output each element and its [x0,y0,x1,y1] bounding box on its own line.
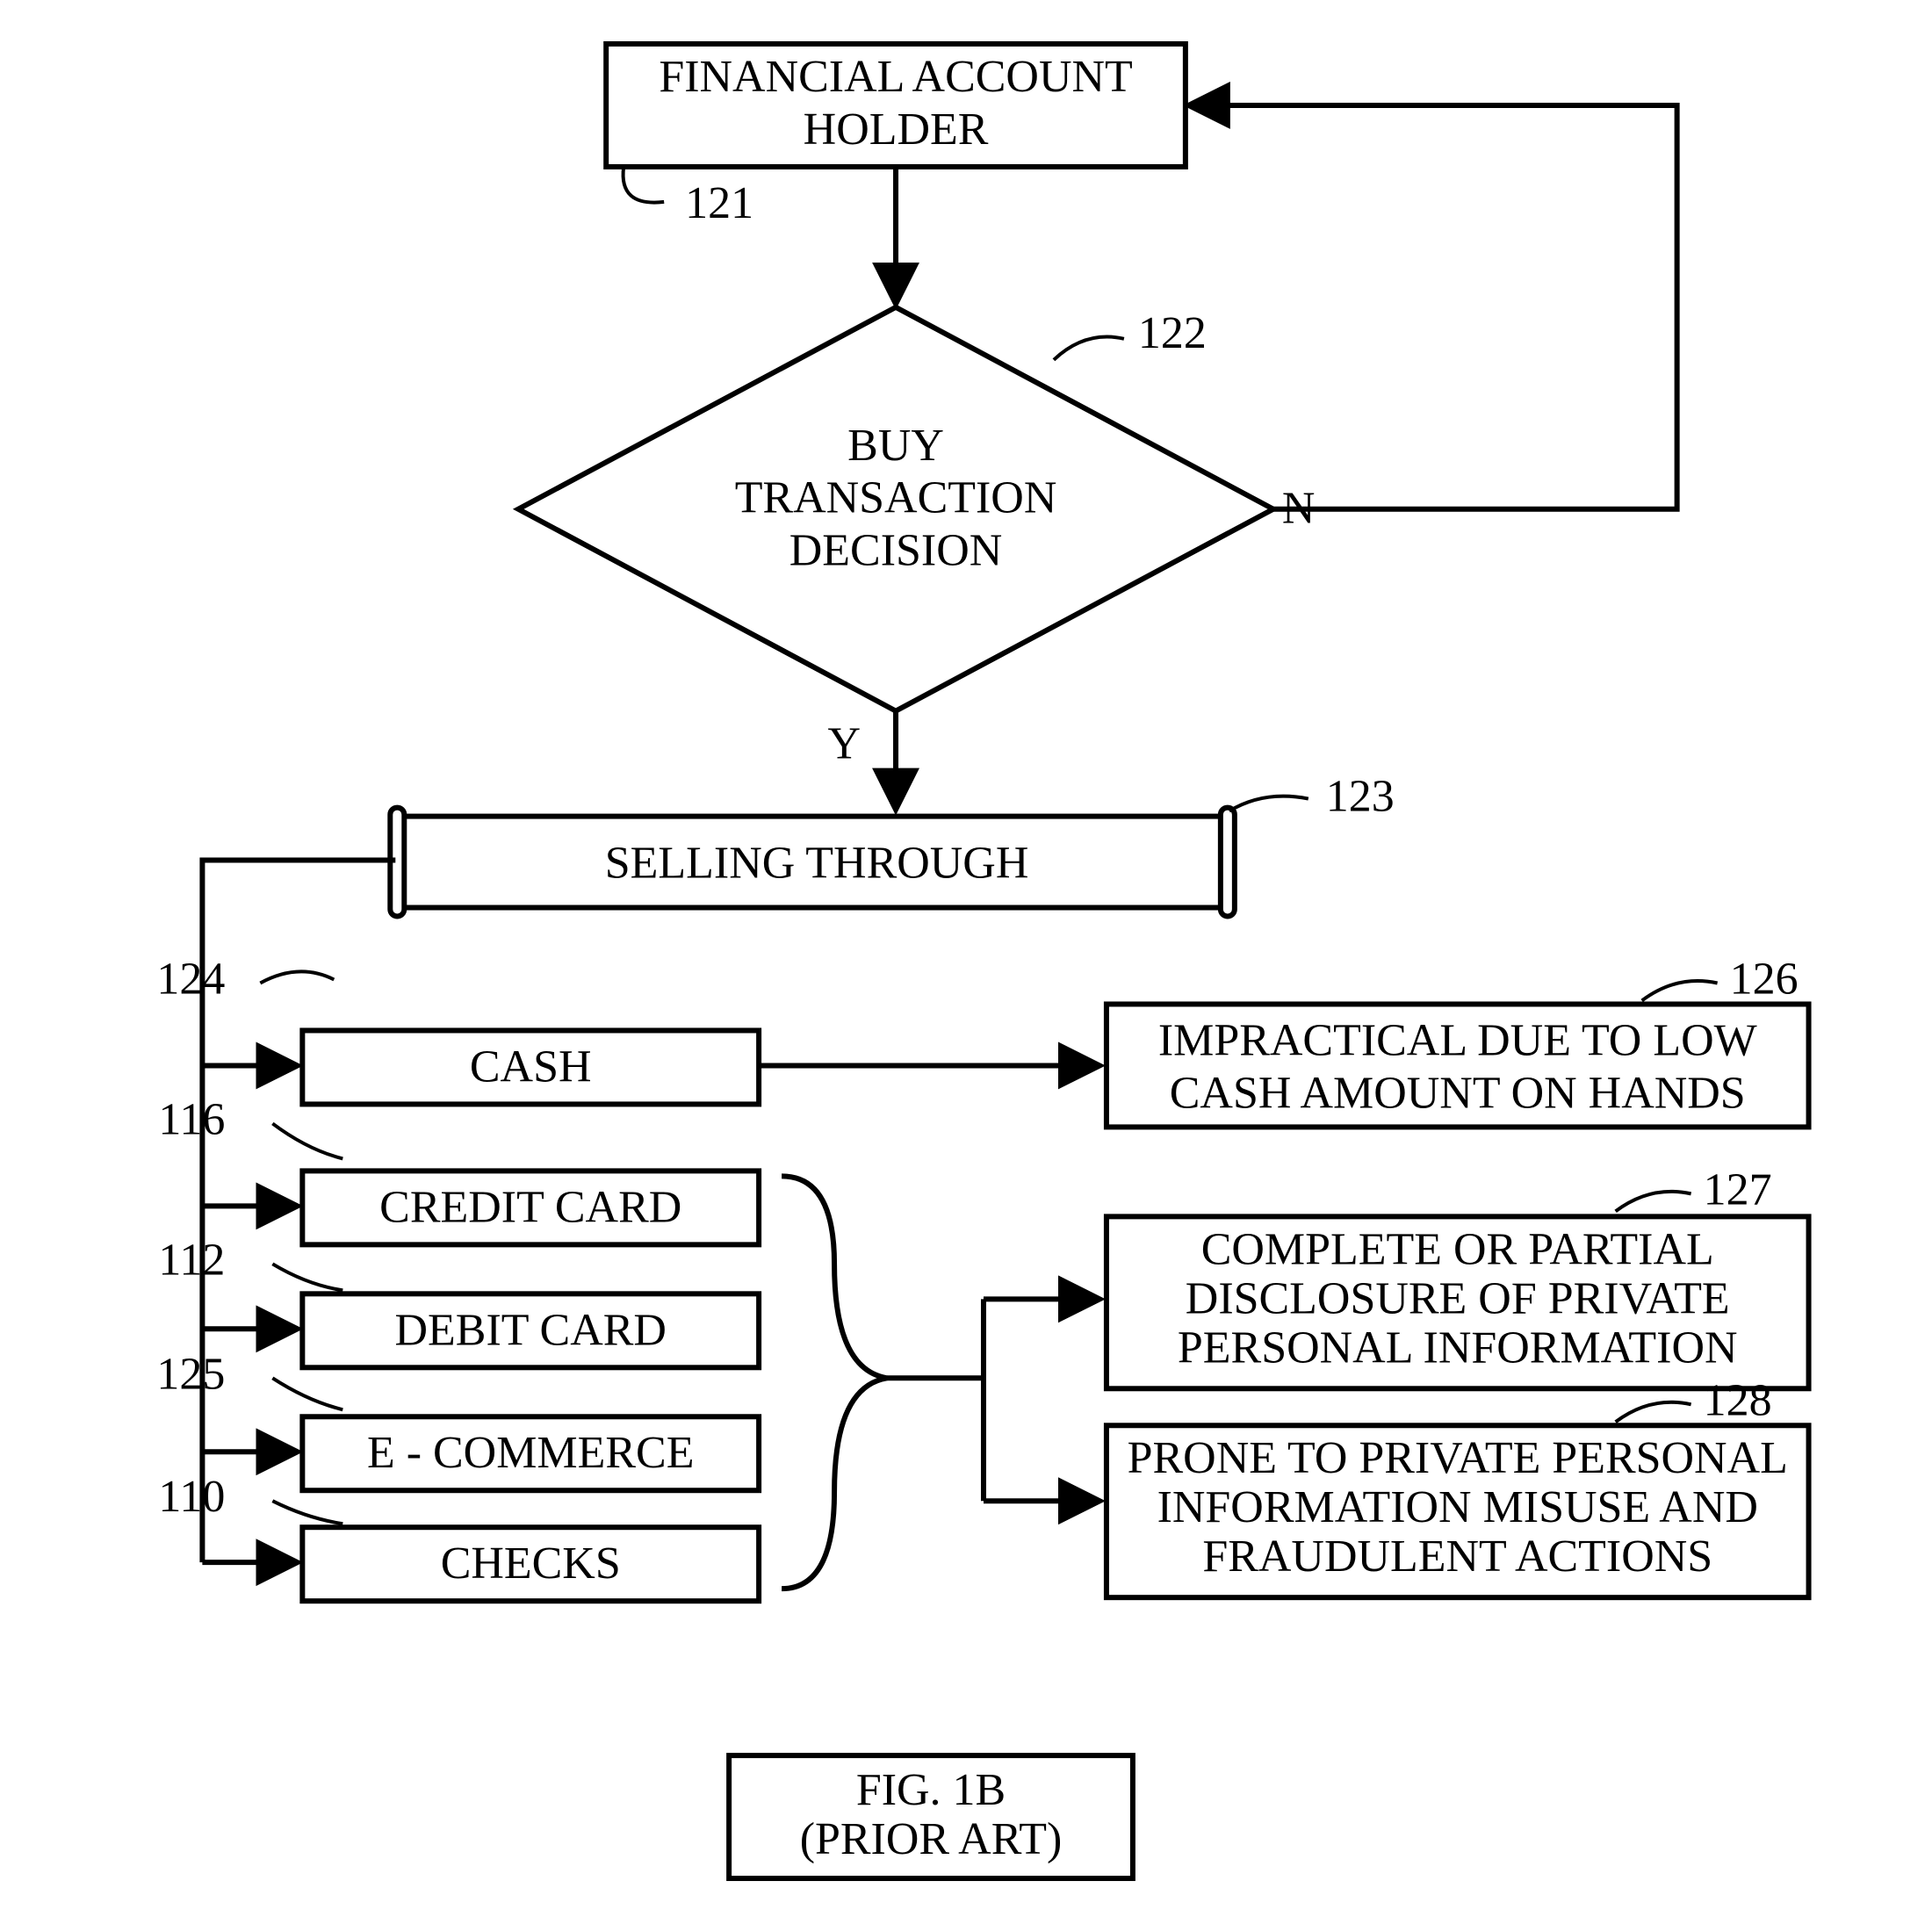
ref-112: 112 [158,1235,225,1285]
decision-yes-label: Y [828,719,861,769]
leader-124 [260,971,334,983]
node-127-l1: COMPLETE OR PARTIAL [1201,1224,1714,1274]
leader-126 [1642,981,1718,1000]
leader-122 [1054,337,1124,360]
node-122-line3: DECISION [789,526,1003,576]
node-ecom-text: E - COMMERCE [367,1428,694,1478]
node-127-l3: PERSONAL INFORMATION [1178,1322,1738,1373]
leader-125 [272,1378,342,1409]
caption-l1: FIG. 1B [856,1765,1006,1815]
node-128-l3: FRAUDULENT ACTIONS [1202,1531,1712,1582]
caption-l2: (PRIOR ART) [800,1814,1063,1864]
leader-123 [1229,796,1308,811]
node-122-line2: TRANSACTION [735,473,1057,523]
ref-122: 122 [1138,308,1207,358]
ref-116: 116 [158,1094,225,1144]
arrow-n-back [1191,105,1677,509]
brace-icon [782,1176,887,1589]
leader-121 [624,167,665,203]
leader-127 [1616,1192,1691,1211]
ref-126: 126 [1730,954,1799,1004]
ref-121: 121 [685,178,753,228]
leader-112 [272,1264,342,1290]
node-123-line1: SELLING THROUGH [605,839,1029,889]
ref-123: 123 [1326,772,1395,822]
node-122-line1: BUY [847,421,944,471]
node-checks-text: CHECKS [441,1539,621,1589]
leader-110 [272,1501,342,1524]
flowchart-diagram: FINANCIAL ACCOUNT HOLDER 121 BUY TRANSAC… [0,0,1932,1917]
node-128-l2: INFORMATION MISUSE AND [1157,1482,1758,1532]
ref-110: 110 [158,1472,225,1522]
node-126-l1: IMPRACTICAL DUE TO LOW [1158,1015,1757,1065]
node-121-line2: HOLDER [804,104,989,155]
node-126-l2: CASH AMOUNT ON HANDS [1170,1068,1746,1118]
ref-127: 127 [1704,1164,1772,1214]
node-cash-text: CASH [470,1041,592,1092]
node-121-line1: FINANCIAL ACCOUNT [659,52,1132,102]
leader-116 [272,1123,342,1158]
ref-128: 128 [1704,1375,1772,1425]
leader-128 [1616,1402,1691,1422]
node-credit-text: CREDIT CARD [379,1182,681,1232]
node-debit-text: DEBIT CARD [395,1305,667,1355]
node-128-l1: PRONE TO PRIVATE PERSONAL [1128,1433,1788,1483]
ref-124: 124 [156,954,225,1004]
ref-125: 125 [156,1349,225,1399]
node-127-l2: DISCLOSURE OF PRIVATE [1186,1273,1730,1323]
